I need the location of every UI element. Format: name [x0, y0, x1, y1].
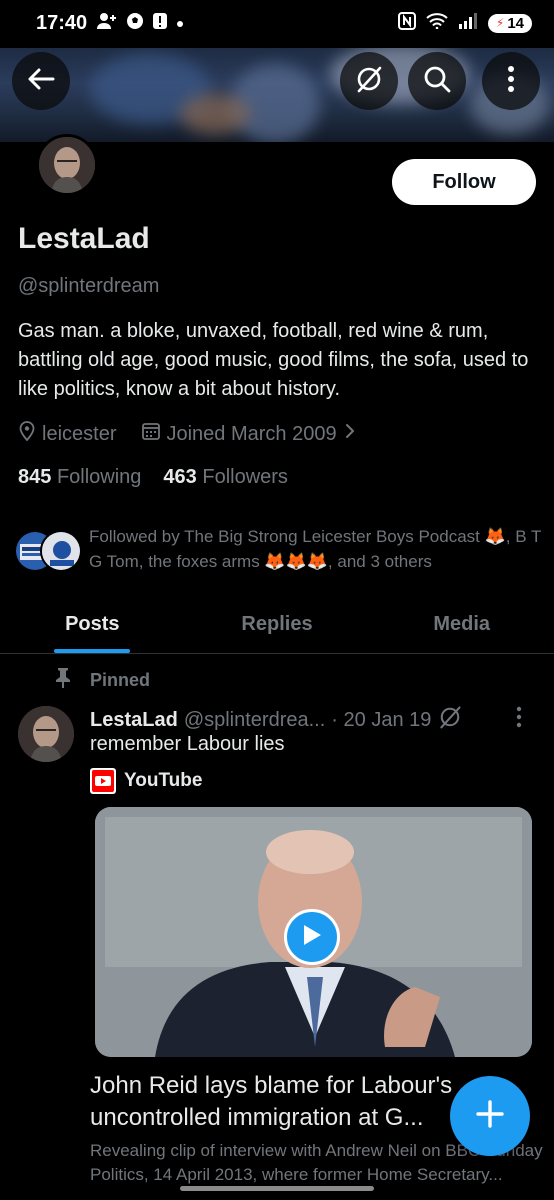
status-left-icons	[96, 12, 184, 35]
pinned-indicator: Pinned	[54, 667, 150, 694]
search-icon	[422, 64, 452, 99]
profile-meta: leicester Joined March 2009	[18, 421, 357, 447]
followed-by-text: Followed by The Big Strong Leicester Boy…	[89, 527, 542, 571]
followers-label: Followers	[202, 466, 288, 488]
followers-count: 463	[163, 466, 197, 488]
nfc-icon	[397, 12, 416, 34]
profile-bio: Gas man. a bloke, unvaxed, football, red…	[18, 320, 529, 400]
link-source-label: YouTube	[124, 770, 203, 791]
following-label: Following	[56, 466, 142, 488]
person-add-icon	[96, 12, 118, 35]
display-name: LestaLad	[18, 222, 150, 255]
battery-level: 14	[507, 14, 524, 32]
grok-icon	[354, 64, 384, 99]
play-icon	[301, 923, 323, 952]
status-bar: 17:40 ⚡ 14	[0, 0, 554, 48]
back-arrow-icon	[27, 67, 55, 96]
tab-media[interactable]: Media	[369, 596, 554, 653]
post-date[interactable]: · 20 Jan 19	[331, 709, 431, 732]
pin-icon	[54, 667, 72, 694]
link-source: YouTube	[90, 768, 202, 794]
profile-avatar[interactable]	[36, 134, 98, 196]
active-tab-indicator	[54, 649, 131, 653]
grok-button[interactable]	[340, 52, 398, 110]
more-options-button[interactable]	[482, 52, 540, 110]
signal-icon	[458, 13, 478, 33]
joined-date: Joined March 2009	[166, 422, 337, 445]
link-card-title[interactable]: John Reid lays blame for Labour's uncont…	[90, 1070, 470, 1134]
battery-indicator: ⚡ 14	[487, 13, 532, 33]
tab-label: Media	[433, 613, 491, 635]
post-author-handle[interactable]: @splinterdrea...	[184, 709, 325, 732]
tab-label: Posts	[65, 613, 120, 635]
more-vertical-icon	[507, 65, 515, 98]
more-vertical-icon	[516, 706, 522, 732]
football-icon	[126, 12, 144, 35]
plus-icon	[475, 1099, 505, 1134]
battery-bolt-icon: ⚡	[495, 16, 505, 30]
location-text: leicester	[42, 422, 117, 445]
search-button[interactable]	[408, 52, 466, 110]
post-header: LestaLad @splinterdrea... · 20 Jan 19	[90, 704, 463, 736]
wifi-icon	[426, 13, 448, 33]
play-button[interactable]	[284, 909, 340, 965]
followers-link[interactable]: 463 Followers	[163, 466, 288, 489]
post-text: remember Labour lies	[90, 733, 285, 755]
profile-tabs: Posts Replies Media	[0, 596, 554, 654]
location-pin-icon	[18, 421, 36, 447]
following-count: 845	[18, 466, 52, 488]
pinned-label: Pinned	[90, 670, 151, 690]
home-indicator[interactable]	[180, 1186, 374, 1191]
grok-icon[interactable]	[437, 704, 463, 736]
alert-icon	[152, 12, 168, 35]
tab-replies[interactable]: Replies	[185, 596, 370, 653]
post-author-name[interactable]: LestaLad	[90, 709, 178, 732]
post-author-avatar[interactable]	[18, 706, 74, 762]
youtube-icon	[90, 768, 116, 794]
tab-posts[interactable]: Posts	[0, 596, 185, 653]
calendar-icon	[142, 422, 161, 446]
compose-button[interactable]	[450, 1076, 530, 1156]
profile-banner	[0, 44, 554, 142]
tab-label: Replies	[241, 613, 313, 635]
chevron-right-icon[interactable]	[343, 422, 357, 446]
status-right-icons: ⚡ 14	[397, 12, 532, 34]
back-button[interactable]	[12, 52, 70, 110]
user-handle: @splinterdream	[18, 275, 160, 297]
followed-by-section[interactable]: Followed by The Big Strong Leicester Boy…	[14, 524, 544, 584]
dot-icon	[176, 15, 184, 33]
link-card-thumbnail[interactable]	[95, 807, 532, 1057]
status-time: 17:40	[36, 12, 88, 34]
follow-stats: 845 Following 463 Followers	[18, 466, 288, 489]
post-more-button[interactable]	[516, 706, 522, 733]
following-link[interactable]: 845 Following	[18, 466, 141, 489]
follower-avatar	[40, 530, 82, 572]
follow-button[interactable]: Follow	[392, 159, 536, 205]
